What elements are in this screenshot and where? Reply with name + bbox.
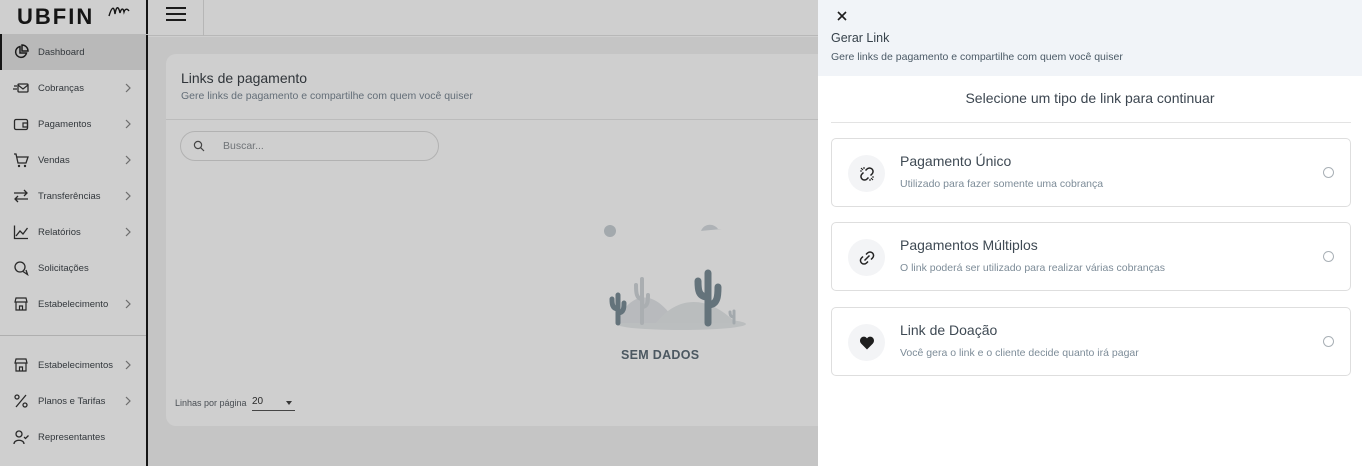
option-icon-circle	[848, 324, 885, 361]
drawer-title: Gerar Link	[831, 31, 890, 45]
option-radio[interactable]	[1323, 336, 1334, 347]
close-icon[interactable]	[834, 8, 850, 24]
option-link-doacao[interactable]: Link de Doação Você gera o link e o clie…	[831, 307, 1351, 376]
option-description: Você gera o link e o cliente decide quan…	[900, 347, 1139, 359]
link-type-prompt: Selecione um tipo de link para continuar	[965, 90, 1215, 106]
drawer-header: Gerar Link Gere links de pagamento e com…	[818, 0, 1362, 76]
drawer-subtitle: Gere links de pagamento e compartilhe co…	[831, 51, 1123, 63]
option-radio[interactable]	[1323, 167, 1334, 178]
option-icon-circle	[848, 155, 885, 192]
broken-link-icon	[859, 166, 874, 181]
option-title: Pagamento Único	[900, 153, 1012, 169]
link-icon	[859, 250, 874, 265]
option-pagamentos-multiplos[interactable]: Pagamentos Múltiplos O link poderá ser u…	[831, 222, 1351, 291]
option-radio[interactable]	[1323, 251, 1334, 262]
option-description: Utilizado para fazer somente uma cobranç…	[900, 178, 1104, 190]
modal-backdrop[interactable]	[0, 0, 818, 466]
option-title: Link de Doação	[900, 322, 998, 338]
option-description: O link poderá ser utilizado para realiza…	[900, 262, 1165, 274]
option-pagamento-unico[interactable]: Pagamento Único Utilizado para fazer som…	[831, 138, 1351, 207]
heart-icon	[859, 336, 874, 349]
option-title: Pagamentos Múltiplos	[900, 237, 1038, 253]
generate-link-drawer: Gerar Link Gere links de pagamento e com…	[818, 0, 1362, 466]
option-icon-circle	[848, 239, 885, 276]
prompt-divider	[831, 122, 1351, 123]
